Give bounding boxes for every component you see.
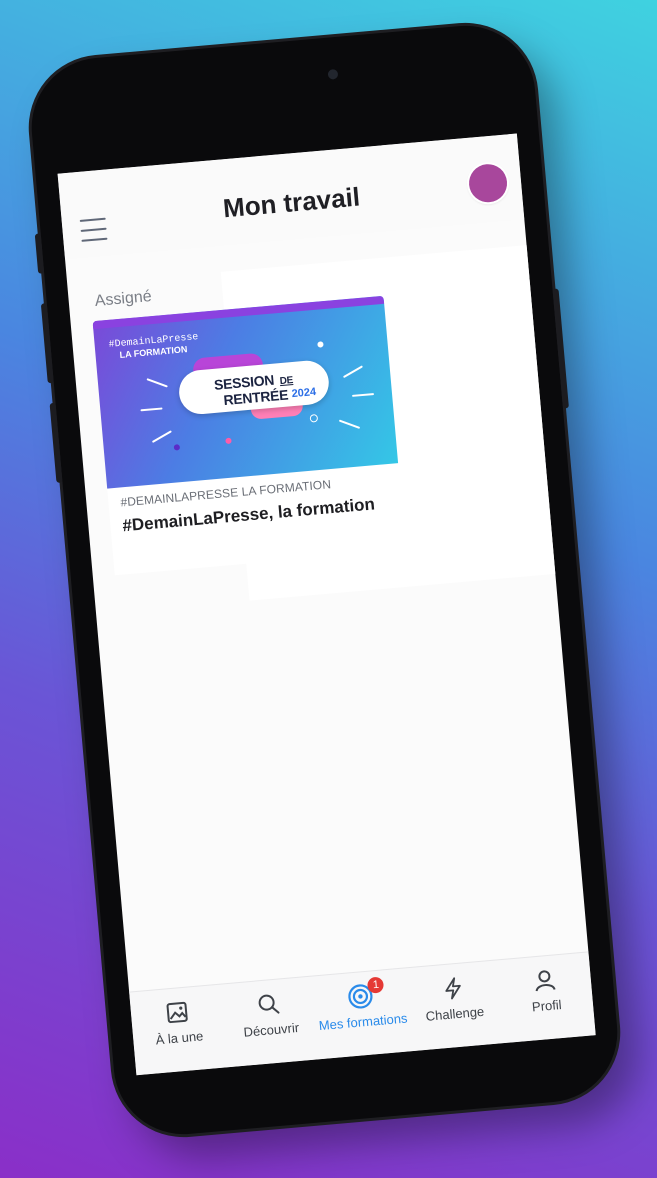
cover-dot [317,341,324,348]
nav-item-a-la-une[interactable]: À la une [130,995,226,1050]
nav-label-a-la-une: À la une [155,1028,204,1048]
nav-item-decouvrir[interactable]: Découvrir [222,986,318,1041]
cover-ray [338,419,361,429]
cover-dot [225,437,232,445]
search-icon [254,989,284,1019]
cover-ray [351,392,375,397]
section-label: Assigné [94,288,153,310]
nav-label-mes-formations: Mes formations [318,1010,409,1034]
cover-dot [309,413,319,423]
cover-year: 2024 [291,386,317,401]
cover-headline-de: DE [279,375,294,388]
cover-ray [146,378,168,388]
notification-badge: 1 [367,976,385,994]
cover-brand-tag: #DemainLaPresse LA FORMATION [108,332,200,362]
app-screen: Mon travail Assigné #DemainLaPresse LA F… [57,133,596,1076]
nav-label-profil: Profil [531,996,563,1015]
phone-device: Mon travail Assigné #DemainLaPresse LA F… [25,20,624,1140]
image-icon [162,997,192,1027]
course-cover-image: #DemainLaPresse LA FORMATION SESSION DE … [92,295,399,489]
nav-label-challenge: Challenge [425,1003,485,1024]
lightning-icon [438,973,468,1003]
page-title: Mon travail [221,181,362,224]
cover-ray [342,365,363,379]
nav-label-decouvrir: Découvrir [242,1019,300,1040]
cover-dot [173,444,181,451]
cover-ray [140,407,163,412]
nav-item-profil[interactable]: Profil [498,962,594,1017]
nav-item-challenge[interactable]: Challenge [406,970,502,1025]
promo-scene: Mon travail Assigné #DemainLaPresse LA F… [0,0,657,1178]
person-icon [529,965,559,995]
course-card[interactable]: #DemainLaPresse LA FORMATION SESSION DE … [92,295,406,576]
nav-item-mes-formations[interactable]: 1 Mes formations [314,976,410,1034]
cover-ray [151,430,172,443]
